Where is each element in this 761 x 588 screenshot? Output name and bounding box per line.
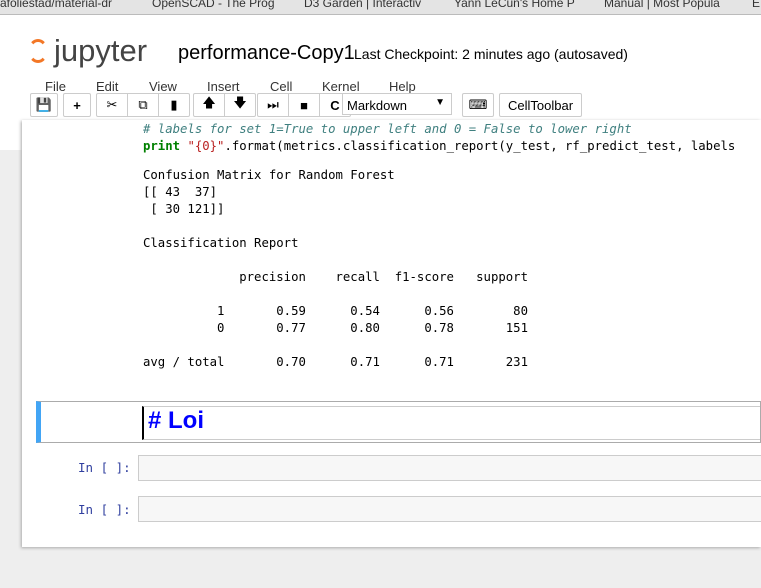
- jupyter-logo[interactable]: jupyter: [28, 33, 147, 69]
- arrow-down-icon[interactable]: 🡇: [225, 94, 255, 116]
- toolbar-group: ✂ ⧉ ▮: [96, 93, 190, 117]
- dropdown-arrow-icon: ▼: [435, 97, 445, 108]
- browser-tab[interactable]: afoliestad/material-dr: [0, 0, 112, 10]
- menu-file[interactable]: File: [45, 79, 66, 94]
- checkpoint-status: Last Checkpoint: 2 minutes ago (autosave…: [354, 46, 628, 62]
- toolbar-group: +: [63, 93, 91, 117]
- copy-icon[interactable]: ⧉: [128, 94, 159, 116]
- celltoolbar-button[interactable]: CellToolbar: [499, 93, 583, 117]
- code-input[interactable]: # labels for set 1=True to upper left an…: [143, 121, 735, 155]
- toolbar-group: ⏭ ■ C: [257, 93, 351, 117]
- toolbar-group: ⌨: [462, 93, 494, 117]
- code-cell-input[interactable]: [138, 455, 761, 481]
- toolbar-group: 💾: [30, 93, 58, 117]
- notebook-container: # labels for set 1=True to upper left an…: [22, 120, 761, 547]
- menu-kernel[interactable]: Kernel: [322, 79, 360, 94]
- step-forward-icon[interactable]: ⏭: [258, 94, 289, 116]
- plus-icon[interactable]: +: [64, 94, 90, 116]
- notebook-name[interactable]: performance-Copy1: [178, 42, 355, 65]
- cell-type-value: Markdown: [347, 98, 407, 113]
- save-icon[interactable]: 💾: [31, 94, 57, 116]
- menu-cell[interactable]: Cell: [270, 79, 292, 94]
- browser-tab[interactable]: D3 Garden | Interactiv: [304, 0, 421, 10]
- paste-icon[interactable]: ▮: [159, 94, 189, 116]
- browser-tab[interactable]: Manual | Most Popula: [604, 0, 720, 10]
- menu-view[interactable]: View: [149, 79, 177, 94]
- keyboard-icon[interactable]: ⌨: [463, 94, 493, 116]
- markdown-editor[interactable]: # Loi: [142, 406, 760, 440]
- input-prompt: In [ ]:: [78, 460, 131, 475]
- code-cell-input[interactable]: [138, 496, 761, 522]
- input-prompt: In [ ]:: [78, 502, 131, 517]
- code-string: "{0}": [187, 139, 225, 153]
- stop-icon[interactable]: ■: [289, 94, 320, 116]
- code-comment: # labels for set 1=True to upper left an…: [143, 122, 632, 136]
- cut-icon[interactable]: ✂: [97, 94, 128, 116]
- cell-type-select[interactable]: Markdown ▼: [342, 93, 452, 115]
- code-keyword: print: [143, 139, 181, 153]
- browser-tab[interactable]: Yann LeCun's Home P: [454, 0, 575, 10]
- toolbar-group: 🡅 🡇: [193, 93, 256, 117]
- markdown-cell[interactable]: # Loi: [36, 401, 761, 443]
- code-text: .format(metrics.classification_report(y_…: [224, 139, 736, 153]
- browser-tab-strip: afoliestad/material-dr OpenSCAD - The Pr…: [0, 0, 761, 15]
- menu-insert[interactable]: Insert: [207, 79, 240, 94]
- logo-text: jupyter: [54, 33, 148, 68]
- cell-output: Confusion Matrix for Random Forest [[ 43…: [143, 168, 528, 369]
- menu-edit[interactable]: Edit: [96, 79, 118, 94]
- menu-help[interactable]: Help: [389, 79, 416, 94]
- arrow-up-icon[interactable]: 🡅: [194, 94, 225, 116]
- browser-tab[interactable]: E: [752, 0, 760, 10]
- browser-tab[interactable]: OpenSCAD - The Prog: [152, 0, 275, 10]
